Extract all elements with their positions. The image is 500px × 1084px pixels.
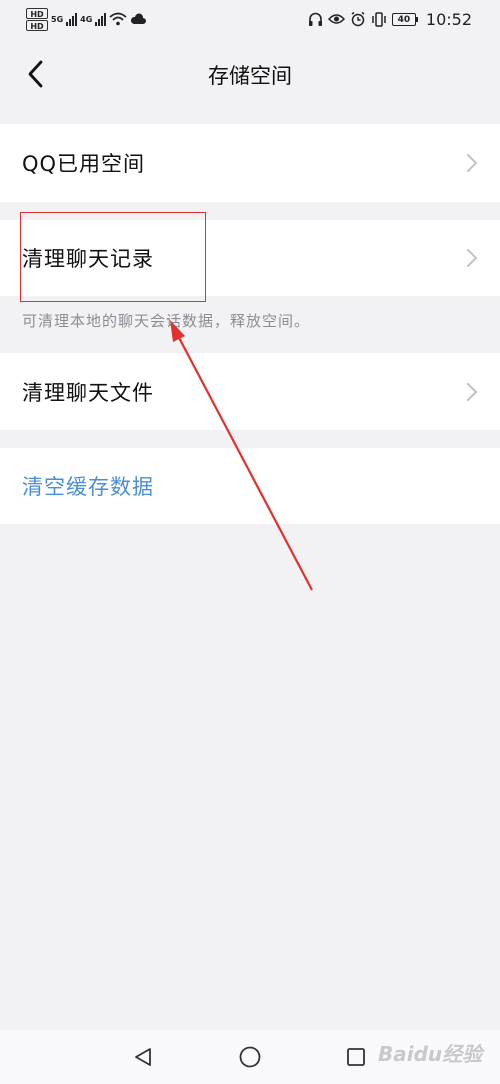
circle-home-icon [239,1046,261,1068]
watermark: Baidu经验 [378,1042,483,1066]
annotation-arrow [170,320,313,591]
triangle-back-icon [135,1048,151,1066]
nav-recents-button[interactable] [343,1044,369,1070]
nav-home-button[interactable] [237,1044,263,1070]
nav-back-button[interactable] [130,1044,156,1070]
square-recents-icon [347,1048,365,1066]
